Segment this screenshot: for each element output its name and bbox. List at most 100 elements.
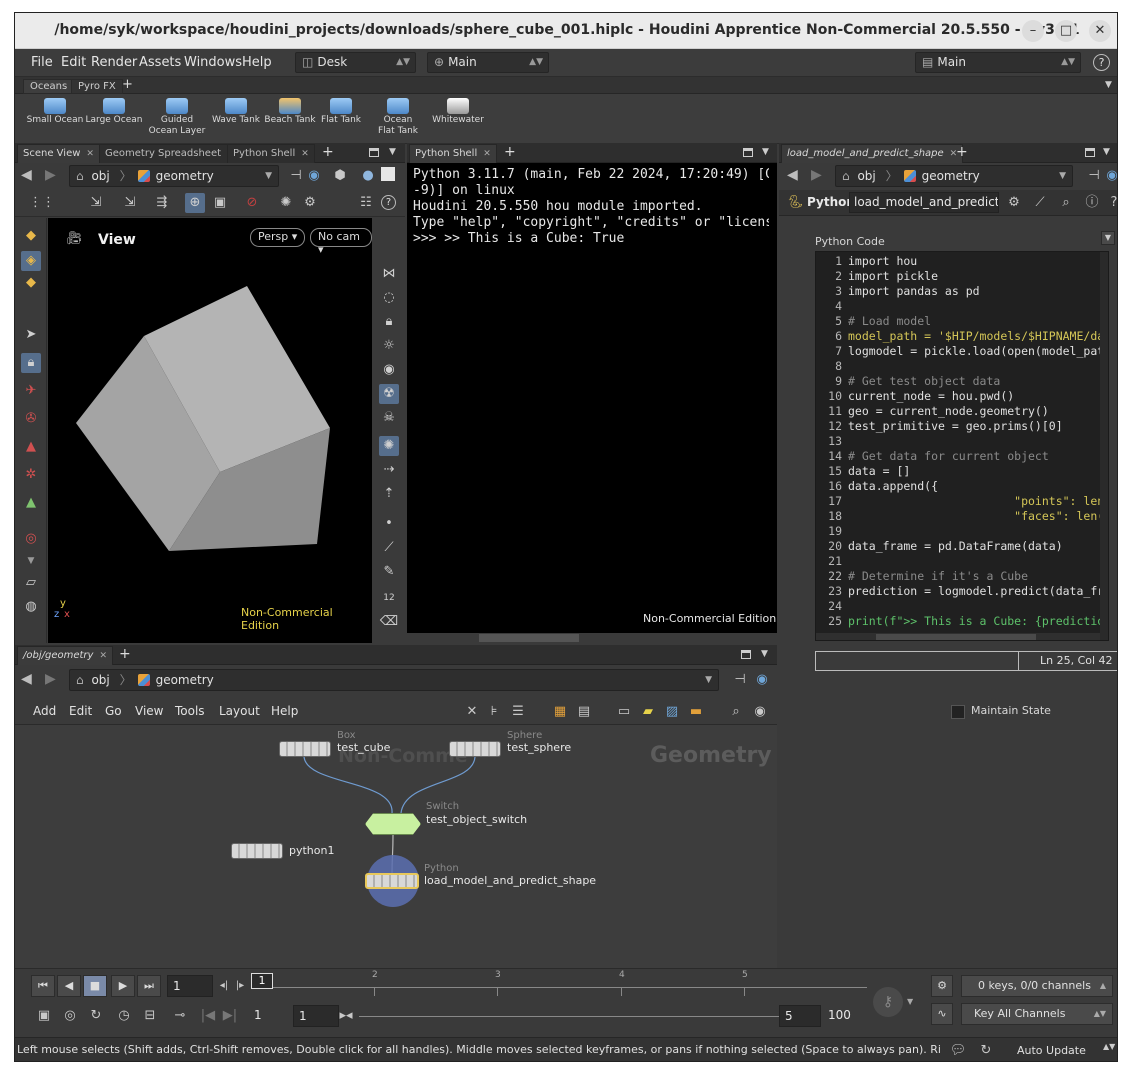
jump-next-icon[interactable]: ▶| [221,1007,239,1025]
sticky-note-icon[interactable]: ▰ [639,703,657,721]
audio-icon[interactable]: ◎ [61,1007,79,1025]
chevron-down-icon[interactable]: ▼ [762,147,769,157]
menu-help[interactable]: Help [242,55,272,70]
link-icon[interactable]: ◉ [305,167,323,185]
cube-display-icon[interactable]: ⬢ [331,167,349,185]
scrollbar-thumb[interactable] [479,634,579,642]
camera-tool-icon[interactable]: ✈ [21,381,41,401]
info-icon[interactable]: ⓘ [1083,194,1101,212]
link-icon[interactable]: ◉ [753,671,771,689]
chevron-down-icon[interactable]: ▼ [761,649,768,659]
param-path-field[interactable]: ⌂ obj 〉 geometry ▼ [835,165,1073,187]
gear-icon[interactable]: ⚙ [1005,194,1023,212]
tab-geometry-spreadsheet[interactable]: Geometry Spreadsheet✕ [99,144,241,163]
vector-icon[interactable]: ⇢ [379,460,399,480]
render-tool-icon[interactable]: ▱ [21,573,41,593]
menu-render[interactable]: Render [91,55,137,70]
select-mode-icon[interactable]: ⇲ [87,194,105,212]
ghost-icon[interactable]: ◌ [379,288,399,308]
grid-list-icon[interactable]: ▤ [575,703,593,721]
menu-file[interactable]: File [31,55,53,70]
view-tool-icon[interactable]: ▲ [21,437,41,457]
viewer-path-field[interactable]: ⌂ obj 〉 geometry ▼ [69,165,279,187]
stop-button[interactable]: ■ [83,975,107,997]
chevron-down-icon[interactable]: ▼ [1101,231,1115,245]
add-tab-icon[interactable]: + [504,144,516,160]
menu-assets[interactable]: Assets [139,55,181,70]
display-options-icon[interactable]: ⋈ [379,264,399,284]
pose-tool-icon[interactable]: ✲ [21,465,41,485]
secure-select-icon[interactable]: ✺ [277,194,295,212]
maximize-button[interactable]: □ [1055,20,1077,42]
normal-icon[interactable]: ⇡ [379,484,399,504]
search-icon[interactable]: ⌕ [727,703,745,721]
magnet-tool-icon[interactable]: ◎ [21,529,41,549]
select-arrow-icon[interactable]: ➤ [21,325,41,345]
light-tool-icon[interactable]: ✇ [21,409,41,429]
shelf-tab-oceans[interactable]: Oceans [23,79,75,94]
menu-edit[interactable]: Edit [69,704,92,718]
desk-selector[interactable]: ◫ Desk ▲▼ [295,52,416,73]
grid-view-icon[interactable]: ▦ [551,703,569,721]
brush-icon[interactable]: ⟋ [379,538,399,558]
key-all-channels-button[interactable]: Key All Channels ▲▼ [961,1003,1113,1025]
add-tab-icon[interactable]: + [119,646,131,662]
menu-layout[interactable]: Layout [219,704,260,718]
points-icon[interactable]: ☢ [379,384,399,404]
number-icon[interactable]: 12 [379,588,399,608]
end-range-field[interactable]: 5 [779,1005,821,1027]
scrollbar-thumb[interactable] [876,634,1036,640]
sphere-icon[interactable]: ◉ [379,360,399,380]
channel-icon[interactable]: ⚙ [931,975,953,997]
dot-icon[interactable]: • [379,514,399,534]
snapping-icon[interactable]: ▣ [211,194,229,212]
range-slider-track[interactable] [359,1016,779,1017]
step-back-button[interactable]: ◀ [57,975,81,997]
main-desktop-combo[interactable]: ⊕ Main ▲▼ [427,52,549,73]
menu-view[interactable]: View [135,704,163,718]
select-geometry-icon[interactable]: ⇲ [121,194,139,212]
close-button[interactable]: ✕ [1089,20,1111,42]
tab-python-shell-left[interactable]: Python Shell ✕ [227,144,315,163]
add-tab-icon[interactable]: + [956,144,968,160]
network-box-icon[interactable]: ▭ [615,703,633,721]
viewport-3d[interactable]: 🎥︎ View Persp ▾ No cam ▾ y z x Non-Comme… [48,218,372,643]
tool-ocean-flat-tank[interactable]: Ocean Flat Tank [366,96,430,144]
jump-end-button[interactable]: ⏭ [137,975,161,997]
help-icon[interactable]: ? [1093,54,1110,71]
tool-small-ocean[interactable]: Small Ocean [23,96,87,144]
template-icon[interactable]: ☠ [379,408,399,428]
start-range-field[interactable]: 1 [293,1005,339,1027]
range-start-handle[interactable]: ▸◂ [337,1007,355,1025]
back-arrow-icon[interactable]: ◀ [787,167,798,183]
jump-start-button[interactable]: ⏮ [31,975,55,997]
select-points-icon[interactable]: ⇶ [153,194,171,212]
menu-help[interactable]: Help [271,704,298,718]
grid-menu-icon[interactable]: ⋮⋮ [29,194,55,212]
main-right-combo[interactable]: ▤ Main ▲▼ [915,52,1081,73]
lock-icon[interactable]: 🔒︎ [21,353,41,373]
menu-add[interactable]: Add [33,704,56,718]
menu-windows[interactable]: Windows [184,55,242,70]
pin-icon[interactable]: ⊣ [731,671,749,689]
node-body[interactable] [231,843,283,859]
switch-node-body[interactable] [365,813,421,835]
end-frame-field[interactable]: 100 [823,1005,869,1027]
pane-maximize-icon[interactable] [741,650,751,659]
shelf-tab-pyrofx[interactable]: Pyro FX [71,79,123,94]
tab-load-model[interactable]: load_model_and_predict_shape ✕ [781,144,964,163]
chevron-updown-icon[interactable]: ▲▼ [1103,1042,1115,1051]
eraser-icon[interactable]: ⌫ [379,612,399,632]
no-entry-icon[interactable]: ⊘ [243,194,261,212]
shading-icon[interactable]: ● [359,167,377,185]
select-groups-icon[interactable]: ⊕ [185,193,205,213]
forward-arrow-icon[interactable]: ▶ [45,671,56,687]
pane-maximize-icon[interactable] [743,148,753,157]
tool-whitewater[interactable]: Whitewater [426,96,490,144]
chat-icon[interactable]: 💬︎ [949,1042,967,1060]
forward-arrow-icon[interactable]: ▶ [45,167,56,183]
timeline-ruler[interactable]: 1 2 3 4 5 [251,970,867,999]
wireframe-icon[interactable]: ✺ [379,436,399,456]
start-frame-field[interactable]: 1 [249,1005,291,1027]
node-name-field[interactable]: load_model_and_predict_shape [849,192,999,213]
